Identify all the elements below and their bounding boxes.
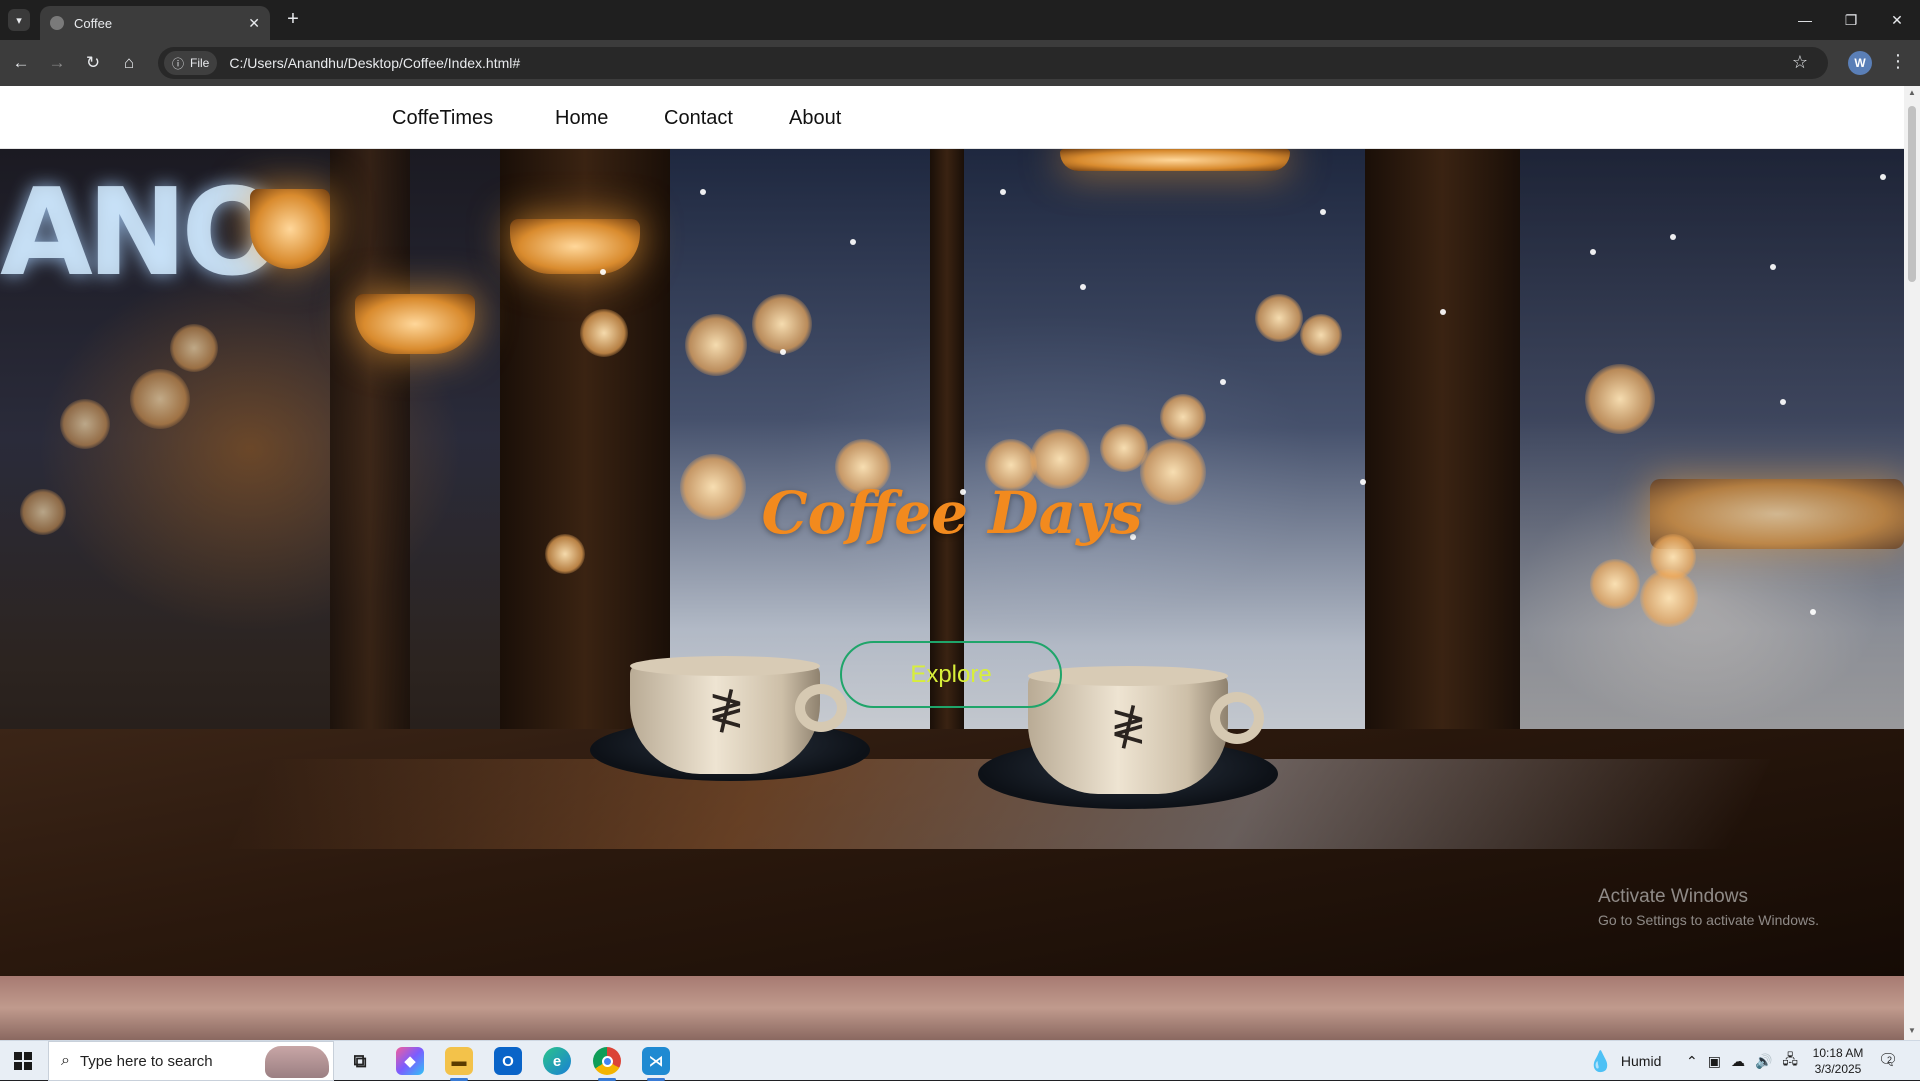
search-highlight-image	[265, 1046, 329, 1078]
close-window-icon[interactable]: ✕	[1874, 0, 1920, 40]
taskbar-search[interactable]: ⌕ Type here to search	[48, 1041, 334, 1081]
browser-menu-icon[interactable]: ⋮	[1888, 51, 1908, 75]
bookmark-star-icon[interactable]: ☆	[1792, 52, 1808, 73]
tab-title: Coffee	[74, 15, 113, 31]
outlook-icon[interactable]: O	[494, 1047, 522, 1075]
scroll-up-icon[interactable]: ▲	[1907, 88, 1917, 98]
tab-close-icon[interactable]: ✕	[248, 15, 260, 32]
meet-now-icon[interactable]: ▣	[1708, 1053, 1721, 1070]
hero-title: Coffee Days	[761, 479, 1143, 547]
chrome-icon[interactable]	[593, 1047, 621, 1075]
vscode-icon[interactable]: ⋊	[642, 1047, 670, 1075]
search-icon: ⌕	[61, 1052, 70, 1069]
tab-favicon-icon	[50, 16, 64, 30]
activate-windows-subtitle: Go to Settings to activate Windows.	[1598, 912, 1819, 928]
scroll-down-icon[interactable]: ▼	[1907, 1026, 1917, 1036]
clock-date: 3/3/2025	[1814, 1062, 1862, 1076]
scrollbar-thumb[interactable]	[1908, 106, 1916, 282]
extension-icon[interactable]: W	[1848, 51, 1872, 75]
volume-icon[interactable]: 🔊	[1755, 1053, 1772, 1070]
coffee-cup-left: ≹	[590, 656, 870, 784]
browser-tab-bar: ▾ Coffee ✕ + — ❐ ✕	[0, 0, 1920, 40]
show-hidden-icons-chevron-icon[interactable]: ⌃	[1686, 1053, 1698, 1070]
search-placeholder: Type here to search	[79, 1052, 213, 1070]
activate-windows-title: Activate Windows	[1598, 886, 1748, 907]
nav-brand-link[interactable]: CoffeTimes	[392, 107, 493, 130]
page-scrollbar[interactable]: ▲ ▼	[1904, 86, 1920, 1040]
file-explorer-icon[interactable]: ▬	[445, 1047, 473, 1075]
explore-button[interactable]: Explore	[840, 641, 1062, 708]
onedrive-icon[interactable]: ☁	[1731, 1053, 1745, 1070]
water-drop-icon: 💧	[1588, 1050, 1613, 1073]
browser-tab[interactable]: Coffee ✕	[40, 6, 270, 40]
nav-about-link[interactable]: About	[789, 107, 841, 130]
back-icon[interactable]: ←	[10, 52, 32, 74]
network-icon[interactable]: 🖧	[1782, 1049, 1798, 1073]
new-tab-button[interactable]: +	[282, 9, 304, 31]
notification-count: 2	[1887, 1055, 1893, 1065]
forward-icon[interactable]: →	[46, 52, 68, 74]
weather-text: Humid	[1620, 1053, 1662, 1069]
system-clock[interactable]: 10:18 AM 3/3/2025	[1806, 1045, 1870, 1077]
nav-contact-link[interactable]: Contact	[664, 107, 733, 130]
address-bar[interactable]: ⓘ File C:/Users/Anandhu/Desktop/Coffee/I…	[158, 47, 1828, 79]
window-controls: — ❐ ✕	[1782, 0, 1920, 40]
notification-center-icon[interactable]: 🗨 2	[1878, 1050, 1900, 1070]
tab-search-icon[interactable]: ▾	[8, 9, 30, 31]
system-tray: ⌃ ▣ ☁ 🔊 🖧	[1686, 1041, 1798, 1081]
start-button[interactable]	[0, 1041, 46, 1081]
file-chip-label: File	[190, 56, 210, 70]
windows-taskbar: ⌕ Type here to search ⧉ ◆ ▬ O e ⋊ 💧 Humi…	[0, 1040, 1920, 1081]
page-viewport: CoffeTimes Home Contact About ANO ≹ ≹ Co…	[0, 86, 1904, 1040]
weather-widget[interactable]: 💧 Humid	[1588, 1041, 1661, 1081]
minimize-icon[interactable]: —	[1782, 0, 1828, 40]
site-navbar: CoffeTimes Home Contact About	[0, 86, 1904, 149]
site-info-chip[interactable]: ⓘ File	[164, 51, 218, 75]
windows-logo-icon	[14, 1052, 32, 1070]
restore-icon[interactable]: ❐	[1828, 0, 1874, 40]
nav-home-link[interactable]: Home	[555, 107, 608, 130]
url-text[interactable]: C:/Users/Anandhu/Desktop/Coffee/Index.ht…	[229, 55, 520, 71]
reload-icon[interactable]: ↻	[82, 52, 104, 74]
clock-time: 10:18 AM	[1812, 1046, 1864, 1060]
copilot-icon[interactable]: ◆	[396, 1047, 424, 1075]
home-icon[interactable]: ⌂	[118, 52, 140, 74]
hero-section: ANO ≹ ≹ Coffee Days Explore	[0, 149, 1904, 976]
browser-toolbar: ← → ↻ ⌂ ⓘ File C:/Users/Anandhu/Desktop/…	[0, 40, 1920, 86]
info-icon: ⓘ	[172, 56, 185, 71]
next-section-preview	[0, 976, 1904, 1040]
edge-icon[interactable]: e	[543, 1047, 571, 1075]
task-view-icon[interactable]: ⧉	[346, 1047, 374, 1075]
neon-sign-graphic: ANO	[0, 164, 283, 303]
